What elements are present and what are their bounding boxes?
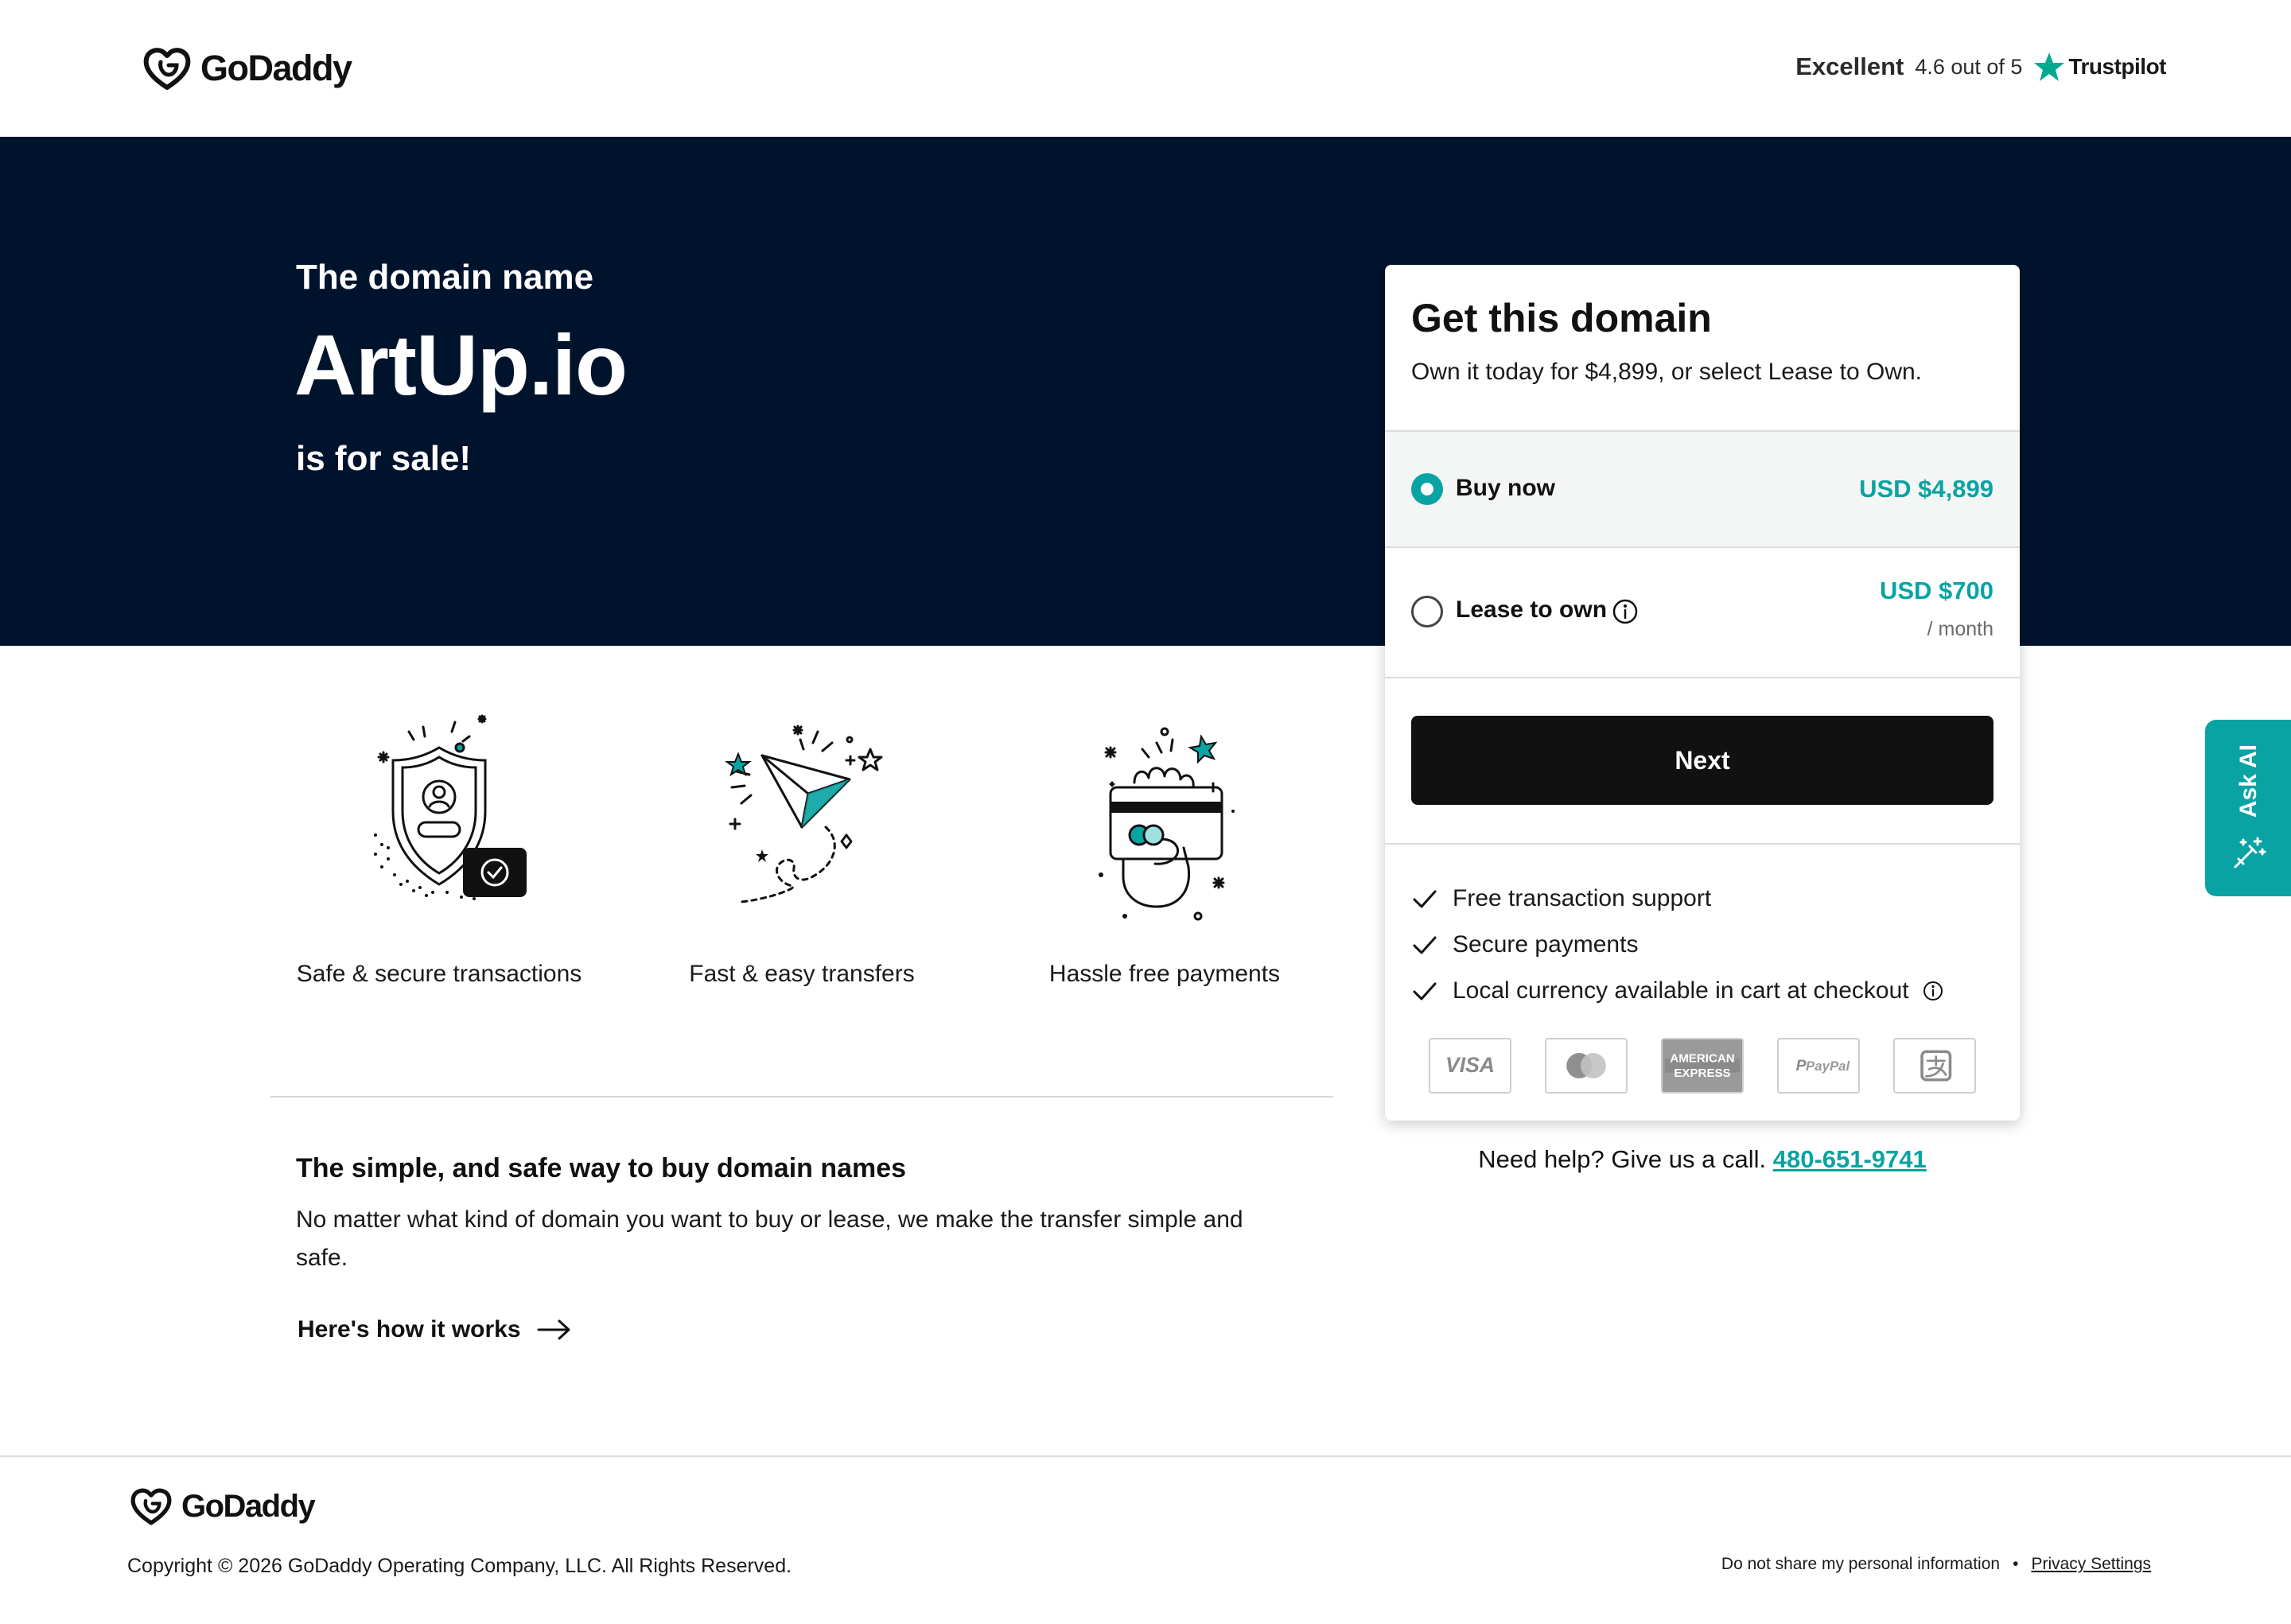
trustpilot-score: 4.6 out of 5 [1915,54,2023,79]
visa-icon: VISA [1429,1038,1511,1094]
option-lease-to-own[interactable]: Lease to own USD $700 / month [1385,548,2020,677]
paper-plane-icon [725,725,883,903]
magic-wand-icon [2234,837,2266,868]
lease-price: USD $700 [1879,577,1993,604]
copyright-text: Copyright © 2026 GoDaddy Operating Compa… [127,1555,792,1577]
benefit-item: Secure payments [1411,922,1944,968]
logo-wordmark: GoDaddy [181,1488,316,1524]
get-domain-card: Get this domain Own it today for $4,899,… [1385,265,2020,1121]
hero-intro: The domain name [296,258,594,297]
feature-label: Fast & easy transfers [689,961,915,987]
phone-link[interactable]: 480-651-9741 [1773,1145,1927,1173]
option-buy-now[interactable]: Buy now USD $4,899 [1385,432,2020,546]
buy-now-radio[interactable] [1411,473,1443,505]
svg-text:PayPal: PayPal [1806,1059,1850,1074]
help-line: Need help? Give us a call. 480-651-9741 [1385,1145,2020,1174]
lease-period: / month [1927,618,1993,640]
footer-godaddy-logo[interactable]: GoDaddy [129,1484,316,1529]
check-icon [1413,982,1437,1000]
benefit-text: Free transaction support [1453,885,1712,911]
godaddy-heart-icon [130,1488,172,1525]
card-divider [1385,843,2020,845]
mastercard-icon [1545,1038,1628,1094]
shield-icon [374,714,527,900]
footer-links: Do not share my personal information • P… [1721,1555,2151,1574]
do-not-share-text[interactable]: Do not share my personal information [1721,1555,2000,1574]
feature-label: Hassle free payments [1048,961,1281,987]
feature-fast-transfers: Fast & easy transfers [627,708,977,988]
alipay-icon [1893,1038,1976,1094]
trustpilot-brand: Trustpilot [2033,52,2166,82]
american-express-icon: AMERICAN EXPRESS [1661,1038,1744,1094]
feature-label: Safe & secure transactions [296,961,582,987]
godaddy-logo[interactable]: GoDaddy [142,43,352,94]
arrow-right-icon [537,1319,570,1340]
trustpilot-brand-label: Trustpilot [2068,54,2166,79]
buy-now-label: Buy now [1456,475,1555,501]
check-icon [1413,936,1437,954]
footer-bullet: • [2013,1555,2019,1573]
trustpilot-rating-word: Excellent [1795,52,1904,80]
card-title: Get this domain [1411,296,1712,340]
benefit-item: Local currency available in cart at chec… [1411,968,1944,1014]
svg-text:EXPRESS: EXPRESS [1674,1066,1730,1080]
next-button[interactable]: Next [1411,716,1993,805]
feature-hassle-free: Hassle free payments [990,708,1340,988]
buy-now-price: USD $4,899 [1859,475,1993,503]
help-text: Need help? Give us a call. [1478,1145,1767,1173]
how-it-works-link[interactable]: Here's how it works [298,1316,572,1343]
footer-divider [0,1455,2291,1457]
card-divider [1385,677,2020,678]
credit-card-hand-icon [1099,727,1235,921]
check-icon [1413,890,1437,908]
svg-text:VISA: VISA [1445,1053,1495,1077]
benefit-text: Secure payments [1453,931,1639,958]
payment-methods: VISA AMERICAN EXPRESS P PayPal [1429,1038,1976,1094]
info-body: No matter what kind of domain you want t… [296,1206,1243,1271]
ask-ai-button[interactable]: Ask AI [2205,720,2291,896]
svg-text:AMERICAN: AMERICAN [1670,1051,1734,1065]
info-title: The simple, and safe way to buy domain n… [296,1153,907,1183]
section-divider [270,1096,1333,1098]
benefits-list: Free transaction support Secure payments… [1411,876,1944,1014]
lease-to-own-label: Lease to own [1456,596,1608,623]
paypal-icon: P PayPal [1777,1038,1860,1094]
hero-for-sale: is for sale! [296,439,472,478]
how-it-works-label: Here's how it works [298,1316,521,1342]
logo-wordmark: GoDaddy [200,48,352,88]
godaddy-heart-icon [143,48,191,90]
benefit-text: Local currency available in cart at chec… [1453,977,1909,1004]
site-header: GoDaddy Excellent 4.6 out of 5 Trustpilo… [0,0,2291,137]
lease-to-own-radio[interactable] [1411,596,1443,627]
trustpilot-rating[interactable]: Excellent 4.6 out of 5 Trustpilot [1795,43,2166,91]
card-subtitle: Own it today for $4,899, or select Lease… [1411,359,1923,385]
domain-name-heading: ArtUp.io [294,317,628,413]
ask-ai-label: Ask AI [2235,744,2262,818]
feature-safe-secure: Safe & secure transactions [264,708,614,988]
privacy-settings-link[interactable]: Privacy Settings [2031,1555,2151,1574]
info-icon[interactable] [1922,980,1944,1002]
info-icon[interactable] [1612,598,1639,625]
benefit-item: Free transaction support [1411,876,1944,922]
trustpilot-star-icon [2034,52,2065,81]
